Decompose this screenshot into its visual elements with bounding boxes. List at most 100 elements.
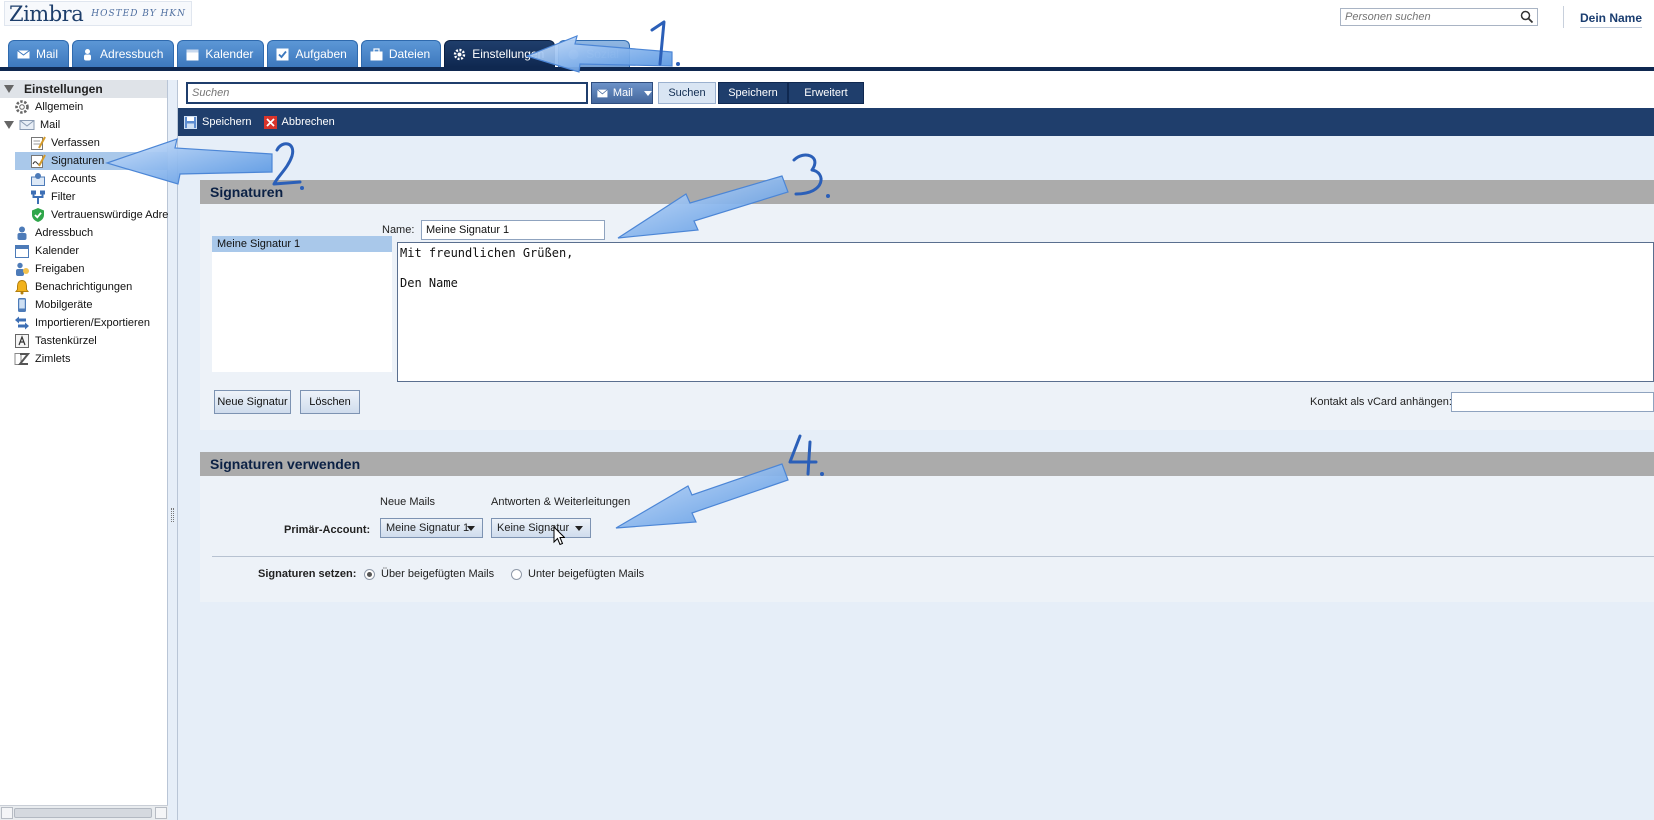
chevron-down-icon [575,526,583,531]
resize-grip-icon[interactable] [171,508,174,522]
sidebar-item-tastenkuerzel[interactable]: Tastenkürzel [0,332,167,350]
advanced-search-button[interactable]: Erweitert [788,82,864,104]
signature-editor[interactable]: Mit freundlichen Grüßen,​Den Name [397,242,1654,382]
chevron-down-icon [644,90,652,96]
app-tabs: Mail Adressbuch Kalender Aufgaben Dateie… [8,40,630,67]
sidebar-item-zimlets[interactable]: Zimlets [0,350,167,368]
tab-label: Mail [36,47,59,61]
sidebar-item-benachrichtigungen[interactable]: Benachrichtigungen [0,278,167,296]
scrollbar-thumb[interactable] [14,808,152,818]
tab-aufgaben[interactable]: Aufgaben [267,40,358,67]
calendar-icon [186,49,199,60]
top-bar: Zimbra HOSTED BY HKN Dein Name Mail Adre… [0,0,1654,71]
sidebar-item-kalender[interactable]: Kalender [0,242,167,260]
search-bar: Mail Suchen Speichern Erweitert [178,80,1654,108]
people-search-input[interactable] [1341,9,1517,25]
tab-dateien[interactable]: Dateien [360,40,442,67]
logo-text: Zimbra [9,1,84,26]
tab-label: Aufgaben [295,47,347,61]
sidebar-item-adressbuch[interactable]: Adressbuch [0,224,167,242]
tab-underline [0,67,1654,71]
logo-subtext: HOSTED BY HKN [91,8,186,19]
primary-reply-signature-select[interactable]: Keine Signatur [491,518,591,538]
radio-unselected-icon[interactable] [511,568,522,580]
sidebar-resize-sash[interactable] [168,80,178,820]
sidebar-item-label: Accounts [51,173,97,185]
primary-new-mail-signature-select[interactable]: Meine Signatur 1 [380,518,483,538]
user-name-link[interactable]: Dein Name [1580,11,1643,28]
settings-content: Signaturen Name: Meine Signatur 1 Mit fr… [178,136,1654,820]
tab-mail[interactable]: Mail [8,40,70,67]
cancel-label: Abbrechen [281,116,335,128]
mail-icon [19,120,35,130]
signature-list-item[interactable]: Meine Signatur 1 [212,236,392,252]
sidebar-item-label: Adressbuch [35,227,94,239]
sidebar-item-label: Kalender [35,245,80,257]
trusted-shield-icon [32,208,44,222]
tab-sozial[interactable]: Sozial [558,40,630,67]
sidebar-item-label: Filter [51,191,76,203]
signature-placement-label: Signaturen setzen: [258,568,357,580]
cancel-button[interactable]: Abbrechen [263,115,335,129]
signature-name-label: Name: [382,224,415,236]
collapse-triangle-icon[interactable] [4,85,14,93]
bell-icon [15,279,29,295]
scroll-left-arrow-icon[interactable] [1,807,13,819]
sidebar-item-importieren-exportieren[interactable]: Importieren/Exportieren [0,314,167,332]
tab-kalender[interactable]: Kalender [177,40,265,67]
search-scope-dropdown[interactable]: Mail [591,82,653,104]
mobile-icon [18,298,26,312]
column-header-new-mails: Neue Mails [380,496,436,508]
mail-icon [597,88,608,97]
delete-signature-button[interactable]: Löschen [300,390,360,414]
vcard-label: Kontakt als vCard anhängen: [1310,396,1452,408]
scroll-right-arrow-icon[interactable] [155,807,167,819]
sidebar-item-freigaben[interactable]: Freigaben [0,260,167,278]
signatures-section: Signaturen Name: Meine Signatur 1 Mit fr… [200,180,1654,430]
sidebar-item-filter[interactable]: Filter [0,188,167,206]
settings-toolbar: Speichern Abbrechen [178,108,1654,136]
expand-triangle-icon[interactable] [4,121,14,129]
placement-above-radio[interactable]: Über beigefügten Mails [364,568,494,580]
sidebar-item-mobilgeraete[interactable]: Mobilgeräte [0,296,167,314]
tab-label: Adressbuch [100,47,164,61]
sidebar-item-signaturen[interactable]: Signaturen [15,152,167,170]
signature-editor-line: Mit freundlichen Grüßen, [400,246,574,260]
vcard-contact-input[interactable] [1451,392,1654,412]
radio-selected-icon[interactable] [364,568,375,580]
contacts-icon [84,48,92,60]
compose-icon [31,136,46,150]
save-button[interactable]: Speichern [184,115,252,129]
sidebar-item-label: Mail [40,119,61,131]
search-scope-label: Mail [612,87,633,99]
search-button[interactable]: Suchen [658,82,716,104]
people-search-box [1340,8,1538,26]
sidebar-item-mail[interactable]: Mail [0,116,167,134]
zimlet-icon [14,353,30,365]
search-icon[interactable] [1520,10,1534,24]
sidebar-horizontal-scrollbar[interactable] [0,805,168,820]
gear-icon [15,100,29,114]
placement-below-radio[interactable]: Unter beigefügten Mails [511,568,644,580]
sidebar-header[interactable]: Einstellungen [0,80,167,98]
sidebar-item-label: Verfassen [51,137,100,149]
main-search-input[interactable] [188,84,578,102]
sidebar-item-label: Zimlets [35,353,71,365]
sidebar-item-allgemein[interactable]: Allgemein [0,98,167,116]
sidebar-item-label: Benachrichtigungen [35,281,133,293]
sidebar-item-label: Vertrauenswürdige Adre [51,209,169,221]
tab-adressbuch[interactable]: Adressbuch [72,40,175,67]
save-search-button[interactable]: Speichern [718,82,788,104]
signature-name-input[interactable] [421,220,605,240]
zimbra-logo[interactable]: Zimbra HOSTED BY HKN [4,1,192,26]
mouse-cursor-icon [553,526,565,546]
signature-usage-title: Signaturen verwenden [200,452,1654,476]
accounts-icon [31,173,45,186]
chevron-down-icon [467,526,475,531]
sidebar-item-vertrauenswuerdige-adressen[interactable]: Vertrauenswürdige Adre [0,206,169,224]
sidebar-item-verfassen[interactable]: Verfassen [0,134,167,152]
new-signature-button[interactable]: Neue Signatur [214,390,291,414]
tab-einstellungen[interactable]: Einstellungen [444,40,556,67]
sidebar-item-label: Freigaben [35,263,85,275]
sidebar-item-accounts[interactable]: Accounts [0,170,167,188]
